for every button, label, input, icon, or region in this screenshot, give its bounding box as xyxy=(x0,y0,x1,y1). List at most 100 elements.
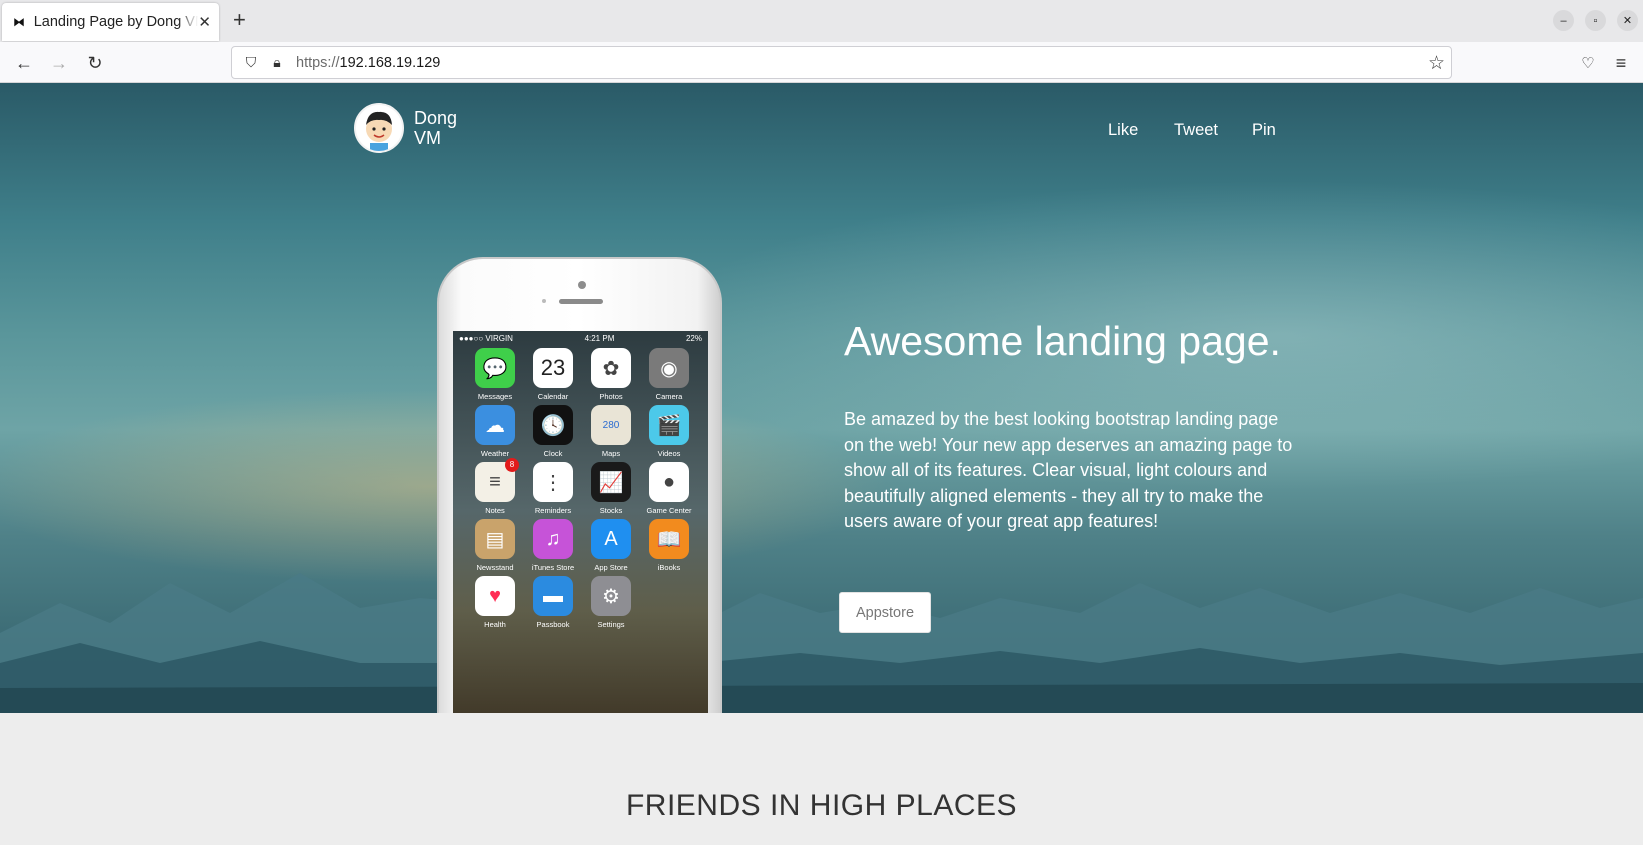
app-glyph-14: A xyxy=(591,519,631,559)
browser-toolbar: ← → ↻ ⛉ 🔒︎ https://192.168.19.129 ☆ ♡ ≡ xyxy=(0,42,1643,83)
bowtie-favicon-icon: ⧓ xyxy=(13,15,25,29)
app-glyph-11: ● xyxy=(649,462,689,502)
app-label: Health xyxy=(484,620,506,629)
app-label: Reminders xyxy=(534,506,572,515)
app-glyph-3: ◉ xyxy=(649,348,689,388)
pin-link[interactable]: Pin xyxy=(1252,121,1276,140)
app-icon-settings: ⚙ Settings xyxy=(586,576,636,629)
phone-screen: ●●●○○ VIRGIN 4:21 PM 22% 💬 Messages 23 Cale… xyxy=(453,331,708,713)
app-icon-game-center: ● Game Center xyxy=(644,462,694,515)
battery: 22% xyxy=(685,333,702,343)
app-icon-notes: ≡ 8 Notes xyxy=(470,458,520,515)
app-glyph-15: 📖 xyxy=(649,519,689,559)
app-label: iTunes Store xyxy=(531,563,575,572)
app-glyph-4: ☁ xyxy=(475,405,515,445)
reload-icon[interactable]: ↻ xyxy=(83,51,107,75)
star-icon[interactable]: ☆ xyxy=(1428,52,1445,75)
like-link[interactable]: Like xyxy=(1108,121,1138,140)
app-icon-health: ♥ Health xyxy=(470,576,520,629)
app-label: Game Center xyxy=(646,506,692,515)
browser-tab[interactable]: ⧓ Landing Page by Dong VM ✕ xyxy=(2,3,219,41)
friends-section: FRIENDS IN HIGH PLACES xyxy=(0,713,1643,845)
notification-badge: 8 xyxy=(505,458,519,472)
app-label: Settings xyxy=(597,620,625,629)
app-icon-passbook: ▬ Passbook xyxy=(528,576,578,629)
avatar xyxy=(354,103,404,153)
app-label: Camera xyxy=(655,392,683,401)
tweet-link[interactable]: Tweet xyxy=(1174,121,1218,140)
app-glyph-13: ♫ xyxy=(533,519,573,559)
app-glyph-5: 🕓 xyxy=(533,405,573,445)
shield-icon[interactable]: ⛉ xyxy=(240,54,262,71)
tab-title: Landing Page by Dong VM xyxy=(33,14,199,30)
close-window-button[interactable]: ✕ xyxy=(1617,10,1638,31)
app-label: Notes xyxy=(485,506,505,515)
app-icon-ibooks: 📖 iBooks xyxy=(644,519,694,572)
app-glyph-7: 🎬 xyxy=(649,405,689,445)
app-glyph-1: 23 xyxy=(533,348,573,388)
back-arrow-icon[interactable]: ← xyxy=(12,51,36,75)
forward-arrow-icon[interactable]: → xyxy=(47,51,71,75)
app-glyph-8: ≡ 8 xyxy=(475,458,519,502)
url-text[interactable]: https://192.168.19.129 xyxy=(296,55,440,71)
app-icon-reminders: ⋮ Reminders xyxy=(528,462,578,515)
app-label: Videos xyxy=(657,449,681,458)
app-label: Photos xyxy=(599,392,623,401)
phone-camera xyxy=(578,281,586,289)
app-icon-maps: 280 Maps xyxy=(586,405,636,458)
app-glyph-2: ✿ xyxy=(591,348,631,388)
app-label: Calendar xyxy=(537,392,569,401)
app-icon-clock: 🕓 Clock xyxy=(528,405,578,458)
app-glyph-6: 280 xyxy=(591,405,631,445)
app-label: App Store xyxy=(594,563,628,572)
iphone-mockup: ●●●○○ VIRGIN 4:21 PM 22% 💬 Messages 23 Cale… xyxy=(437,257,722,713)
app-icon-newsstand: ▤ Newsstand xyxy=(470,519,520,572)
app-grid: 💬 Messages 23 Calendar ✿ Photos ◉ Camera ☁ Weathe… xyxy=(453,345,708,629)
app-glyph-17: ▬ xyxy=(533,576,573,616)
app-glyph-0: 💬 xyxy=(475,348,515,388)
app-label: Weather xyxy=(480,449,510,458)
app-glyph-18: ⚙ xyxy=(591,576,631,616)
section-title: FRIENDS IN HIGH PLACES xyxy=(625,789,1018,822)
pocket-icon[interactable]: ♡ xyxy=(1576,51,1600,75)
app-label: iBooks xyxy=(657,563,681,572)
app-icon-weather: ☁ Weather xyxy=(470,405,520,458)
app-glyph-10: 📈 xyxy=(591,462,631,502)
tab-close-icon[interactable]: ✕ xyxy=(198,13,211,31)
address-bar[interactable]: ⛉ 🔒︎ https://192.168.19.129 ☆ xyxy=(231,46,1452,79)
app-icon-itunes-store: ♫ iTunes Store xyxy=(528,519,578,572)
brand-name: Dong VM xyxy=(414,108,458,148)
app-icon-videos: 🎬 Videos xyxy=(644,405,694,458)
app-label: Stocks xyxy=(599,506,623,515)
hero-headline: Awesome landing page. xyxy=(844,318,1281,364)
new-tab-button[interactable]: + xyxy=(233,9,246,31)
restore-button[interactable]: ▫ xyxy=(1585,10,1606,31)
app-glyph-9: ⋮ xyxy=(533,462,573,502)
menu-icon[interactable]: ≡ xyxy=(1609,51,1633,75)
hero-description: Be amazed by the best looking bootstrap … xyxy=(844,409,1293,531)
phone-status-bar: ●●●○○ VIRGIN 4:21 PM 22% xyxy=(453,331,708,345)
tab-strip: ⧓ Landing Page by Dong VM ✕ + – ▫ ✕ xyxy=(0,0,1643,42)
app-label: Clock xyxy=(543,449,563,458)
app-icon-stocks: 📈 Stocks xyxy=(586,462,636,515)
app-label: Messages xyxy=(477,392,513,401)
brand[interactable]: Dong VM xyxy=(354,103,464,153)
minimize-button[interactable]: – xyxy=(1553,10,1574,31)
lock-icon[interactable]: 🔒︎ xyxy=(266,54,288,71)
app-label: Newsstand xyxy=(476,563,514,572)
carrier: ●●●○○ VIRGIN xyxy=(459,333,513,343)
app-glyph-12: ▤ xyxy=(475,519,515,559)
app-icon-photos: ✿ Photos xyxy=(586,348,636,401)
app-icon-app-store: A App Store xyxy=(586,519,636,572)
app-icon-messages: 💬 Messages xyxy=(470,348,520,401)
hero-section: Dong VM Like Tweet Pin ●●●○○ VIRGIN 4:21… xyxy=(0,83,1643,713)
app-icon-camera: ◉ Camera xyxy=(644,348,694,401)
mountain-background xyxy=(0,573,1643,713)
app-label: Passbook xyxy=(536,620,570,629)
phone-speaker xyxy=(559,299,603,304)
phone-time: 4:21 PM xyxy=(584,333,615,343)
phone-sensor xyxy=(542,299,546,303)
appstore-button[interactable]: Appstore xyxy=(839,592,931,633)
app-icon-calendar: 23 Calendar xyxy=(528,348,578,401)
app-label: Maps xyxy=(601,449,621,458)
